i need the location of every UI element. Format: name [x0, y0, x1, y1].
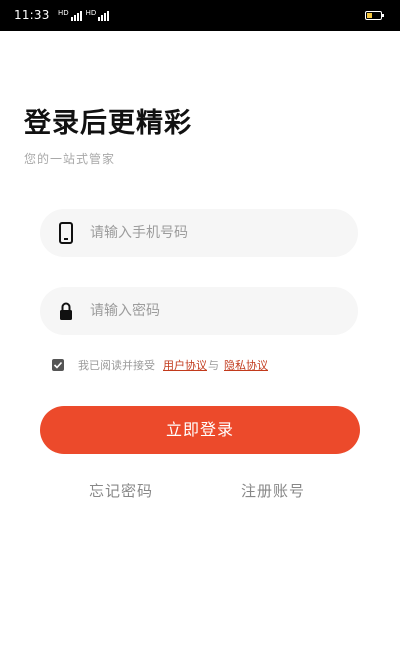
agreement-text: 我已阅读并接受 — [78, 359, 155, 372]
phone-field[interactable] — [40, 209, 358, 257]
phone-input[interactable] — [90, 209, 340, 257]
register-link[interactable]: 注册账号 — [241, 481, 305, 501]
login-button[interactable]: 立即登录 — [40, 406, 360, 454]
battery-icon — [365, 11, 384, 20]
user-agreement-link[interactable]: 用户协议 — [163, 357, 207, 373]
check-icon — [53, 361, 63, 369]
agreement-checkbox[interactable] — [52, 359, 64, 371]
password-field[interactable] — [40, 287, 358, 335]
privacy-policy-link[interactable]: 隐私协议 — [224, 357, 268, 373]
password-input[interactable] — [90, 287, 340, 335]
agreement-row: 我已阅读并接受 用户协议 与 隐私协议 — [52, 356, 268, 374]
phone-icon — [59, 222, 73, 244]
status-bar: 11:33 HD HD — [0, 0, 400, 31]
battery-level — [367, 13, 372, 18]
signal-icon: HD — [58, 9, 82, 21]
forgot-password-link[interactable]: 忘记密码 — [89, 481, 153, 501]
signal-icon: HD — [86, 9, 110, 21]
status-time: 11:33 — [14, 8, 50, 22]
lock-icon — [59, 300, 73, 322]
signal-icons: HD HD — [58, 9, 110, 21]
page-subtitle: 您的一站式管家 — [24, 152, 116, 166]
agreement-conjunction: 与 — [208, 359, 219, 372]
page-title: 登录后更精彩 — [24, 108, 192, 139]
